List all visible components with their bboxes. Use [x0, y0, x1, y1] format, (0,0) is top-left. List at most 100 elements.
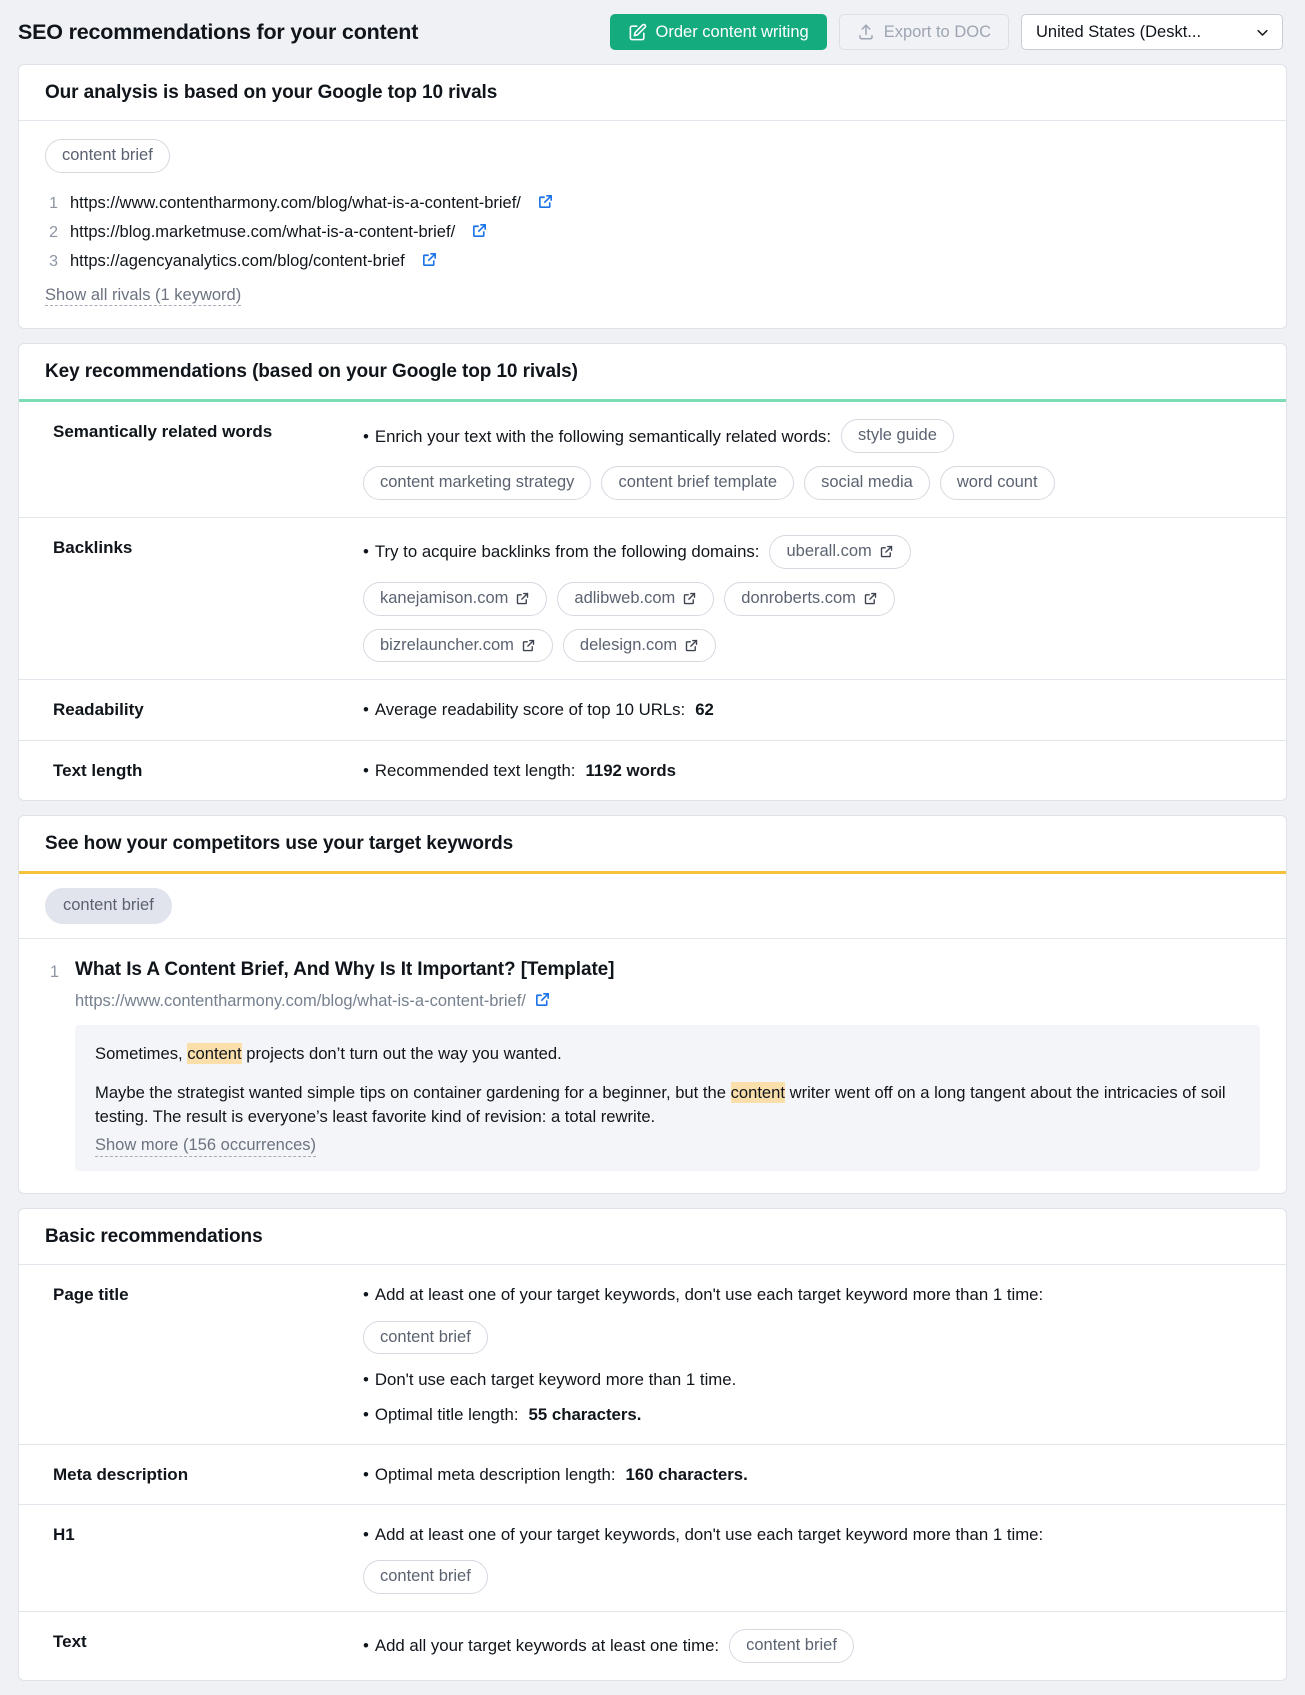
rival-url: https://agencyanalytics.com/blog/content…: [70, 251, 405, 270]
basic-row-meta-description: Meta description • Optimal meta descript…: [19, 1443, 1286, 1504]
backlink-domain-chip[interactable]: adlibweb.com: [557, 581, 715, 616]
row-label: Page title: [53, 1285, 129, 1305]
optimal-title-length-value: 55 characters.: [528, 1404, 642, 1424]
related-word-chip[interactable]: word count: [939, 466, 1055, 501]
backlink-domain-label: kanejamison.com: [380, 588, 509, 607]
external-link-icon: [682, 591, 697, 606]
snippet-text: Sometimes,: [95, 1043, 188, 1063]
row-label: H1: [53, 1525, 75, 1544]
related-word-chip[interactable]: social media: [804, 466, 930, 501]
readability-score: 62: [695, 700, 714, 720]
bullet-text: Add all your target keywords at least on…: [374, 1636, 720, 1656]
competitor-url: https://www.contentharmony.com/blog/what…: [75, 991, 526, 1010]
bullet-icon: •: [363, 426, 369, 446]
external-link-icon: [879, 544, 894, 559]
related-word-chip[interactable]: content marketing strategy: [363, 466, 592, 501]
row-content: • Add all your target keywords at least …: [363, 1628, 1260, 1663]
snippet-paragraph: Maybe the strategist wanted simple tips …: [95, 1081, 1240, 1129]
competitor-result: 1 What Is A Content Brief, And Why Is It…: [19, 937, 1286, 1194]
competitor-snippet: Sometimes, content projects don’t turn o…: [75, 1024, 1260, 1172]
locale-select-value: United States (Deskt...: [1036, 22, 1202, 41]
target-keyword-chip[interactable]: content brief: [363, 1560, 488, 1594]
rival-item: 2 https://blog.marketmuse.com/what-is-a-…: [45, 220, 1260, 242]
competitors-card: See how your competitors use your target…: [18, 814, 1287, 1195]
backlink-domain-label: donroberts.com: [741, 588, 856, 607]
page-title: SEO recommendations for your content: [18, 19, 419, 44]
rivals-card: Our analysis is based on your Google top…: [18, 64, 1287, 330]
key-recommendations-title: Key recommendations (based on your Googl…: [45, 361, 578, 383]
related-word-chip[interactable]: content brief template: [601, 466, 795, 501]
external-link-icon: [515, 591, 530, 606]
bullet-icon: •: [363, 760, 369, 780]
edit-square-icon: [628, 23, 647, 42]
snippet-paragraph: Sometimes, content projects don’t turn o…: [95, 1042, 1240, 1066]
bullet-icon: •: [363, 1636, 369, 1656]
row-label: Readability: [53, 700, 144, 720]
header-actions: Order content writing Export to DOC Unit…: [609, 14, 1283, 50]
order-content-writing-label: Order content writing: [655, 22, 809, 41]
target-keyword-chip[interactable]: content brief: [363, 1320, 488, 1355]
rival-url: https://blog.marketmuse.com/what-is-a-co…: [70, 222, 456, 241]
bullet-text: Add at least one of your target keywords…: [374, 1285, 1044, 1305]
basic-recommendations-card: Basic recommendations Page title • Add a…: [18, 1208, 1287, 1681]
backlink-domain-chip[interactable]: kanejamison.com: [363, 581, 548, 616]
optimal-meta-length-value: 160 characters.: [625, 1464, 748, 1484]
rivals-body: content brief 1 https://www.contentharmo…: [19, 121, 1286, 328]
row-content: • Add at least one of your target keywor…: [363, 1522, 1260, 1594]
row-content: • Add at least one of your target keywor…: [363, 1282, 1260, 1426]
competitor-url-row: https://www.contentharmony.com/blog/what…: [75, 989, 1260, 1011]
key-recommendations-card: Key recommendations (based on your Googl…: [18, 343, 1287, 801]
external-link-icon: [521, 638, 536, 653]
basic-row-h1: H1 • Add at least one of your target key…: [19, 1504, 1286, 1611]
chevron-down-icon: [1255, 25, 1270, 40]
competitor-title[interactable]: What Is A Content Brief, And Why Is It I…: [75, 959, 1260, 981]
rival-item: 3 https://agencyanalytics.com/blog/conte…: [45, 249, 1260, 271]
external-link-icon: [684, 638, 699, 653]
bullet-icon: •: [363, 542, 369, 562]
bullet-text: Average readability score of top 10 URLs…: [374, 700, 686, 720]
related-word-chip[interactable]: style guide: [840, 419, 954, 454]
bullet-text: Don't use each target keyword more than …: [374, 1370, 737, 1390]
external-link-icon[interactable]: [421, 251, 438, 268]
locale-select[interactable]: United States (Deskt...: [1021, 14, 1283, 50]
order-content-writing-button[interactable]: Order content writing: [609, 14, 827, 50]
page-header: SEO recommendations for your content Ord…: [0, 0, 1305, 64]
external-link-icon[interactable]: [537, 193, 554, 210]
bullet-icon: •: [363, 1404, 369, 1424]
rivals-card-title: Our analysis is based on your Google top…: [45, 82, 498, 103]
row-label: Text: [53, 1631, 87, 1651]
row-label: Semantically related words: [53, 422, 273, 442]
bullet-text: Enrich your text with the following sema…: [374, 426, 831, 446]
external-link-icon[interactable]: [534, 991, 551, 1008]
show-more-link[interactable]: Show more (156 occurrences): [95, 1135, 317, 1157]
rival-index: 1: [49, 194, 58, 212]
rival-index: 2: [49, 223, 58, 241]
recommendation-row-semantic-words: Semantically related words • Enrich your…: [19, 402, 1286, 517]
export-to-doc-label: Export to DOC: [883, 22, 991, 41]
export-to-doc-button[interactable]: Export to DOC: [838, 14, 1009, 50]
bullet-text: Optimal title length:: [374, 1404, 519, 1424]
external-link-icon: [863, 591, 878, 606]
backlink-domain-chip[interactable]: delesign.com: [562, 628, 717, 663]
recommendation-row-text-length: Text length • Recommended text length: 1…: [19, 739, 1286, 800]
show-all-rivals-link[interactable]: Show all rivals (1 keyword): [45, 285, 242, 307]
target-keyword-chip[interactable]: content brief: [729, 1628, 854, 1663]
bullet-text: Recommended text length:: [374, 760, 576, 780]
keyword-chip[interactable]: content brief: [45, 887, 172, 924]
row-label: Meta description: [53, 1464, 189, 1484]
recommendation-row-readability: Readability • Average readability score …: [19, 679, 1286, 739]
backlink-domain-chip[interactable]: uberall.com: [769, 535, 911, 569]
bullet-icon: •: [363, 1370, 369, 1390]
bullet-text: Try to acquire backlinks from the follow…: [374, 542, 760, 562]
basic-recommendations-title: Basic recommendations: [45, 1226, 263, 1248]
backlink-domain-chip[interactable]: bizrelauncher.com: [363, 628, 553, 663]
row-label: Text length: [53, 760, 143, 780]
backlink-domain-label: delesign.com: [579, 635, 678, 654]
backlink-domain-chip[interactable]: donroberts.com: [724, 581, 895, 616]
external-link-icon[interactable]: [471, 222, 488, 239]
competitor-index: 1: [49, 962, 59, 981]
keyword-chip[interactable]: content brief: [45, 139, 170, 173]
upload-icon: [857, 23, 875, 41]
bullet-text: Optimal meta description length:: [374, 1464, 616, 1484]
text-length-value: 1192 words: [585, 760, 676, 780]
